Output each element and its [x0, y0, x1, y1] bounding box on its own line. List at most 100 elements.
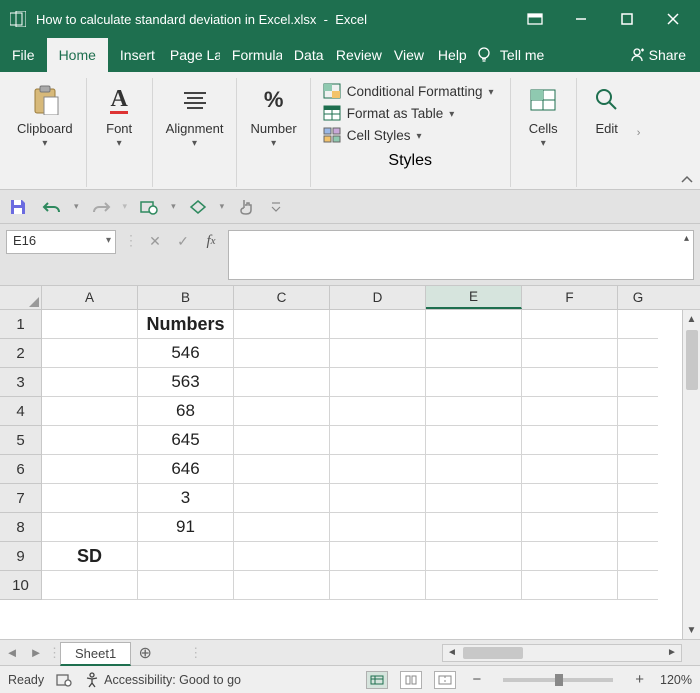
formula-input[interactable]: ▴	[228, 230, 694, 280]
qat-custom-1-dropdown[interactable]: ▾	[171, 201, 176, 212]
page-layout-view-button[interactable]	[400, 671, 422, 689]
cell[interactable]	[234, 455, 330, 484]
cell[interactable]	[330, 310, 426, 339]
number-button[interactable]: % Number ▾	[243, 78, 303, 158]
cell[interactable]	[522, 339, 618, 368]
col-header-E[interactable]: E	[426, 286, 522, 309]
cell[interactable]	[42, 368, 138, 397]
cell[interactable]	[234, 484, 330, 513]
row-header[interactable]: 8	[0, 513, 42, 542]
cells-button[interactable]: Cells ▾	[519, 78, 567, 158]
page-break-view-button[interactable]	[434, 671, 456, 689]
cell[interactable]	[42, 339, 138, 368]
qat-custom-2[interactable]	[186, 195, 210, 219]
cell[interactable]	[426, 397, 522, 426]
cell[interactable]: 68	[138, 397, 234, 426]
cell[interactable]	[42, 513, 138, 542]
accessibility-status[interactable]: Accessibility: Good to go	[84, 672, 241, 688]
cell[interactable]	[618, 542, 658, 571]
tab-review[interactable]: Review	[324, 38, 382, 72]
tab-file[interactable]: File	[0, 38, 47, 72]
row-header[interactable]: 4	[0, 397, 42, 426]
tab-page-layout[interactable]: Page La	[158, 38, 220, 72]
cell[interactable]	[42, 426, 138, 455]
cell[interactable]	[618, 397, 658, 426]
cell[interactable]	[618, 426, 658, 455]
maximize-button[interactable]	[604, 0, 650, 38]
tab-help[interactable]: Help	[426, 38, 468, 72]
col-header-F[interactable]: F	[522, 286, 618, 309]
cell[interactable]	[330, 368, 426, 397]
normal-view-button[interactable]	[366, 671, 388, 689]
cell[interactable]	[234, 513, 330, 542]
close-button[interactable]	[650, 0, 696, 38]
new-sheet-button[interactable]: ⊕	[131, 643, 159, 663]
cell[interactable]	[426, 426, 522, 455]
cell[interactable]	[42, 484, 138, 513]
cell[interactable]	[618, 310, 658, 339]
cell[interactable]	[522, 542, 618, 571]
row-header[interactable]: 10	[0, 571, 42, 600]
tell-me-button[interactable]: Tell me	[496, 38, 556, 72]
touch-mode-button[interactable]	[234, 195, 258, 219]
sheet-nav-next[interactable]: ►	[24, 645, 48, 660]
col-header-G[interactable]: G	[618, 286, 658, 309]
cell[interactable]	[330, 455, 426, 484]
row-header[interactable]: 1	[0, 310, 42, 339]
cell[interactable]	[522, 455, 618, 484]
cell[interactable]	[618, 368, 658, 397]
cell[interactable]	[234, 310, 330, 339]
ribbon-display-options[interactable]	[512, 0, 558, 38]
insert-function-button[interactable]: fx	[200, 230, 222, 252]
cell[interactable]	[522, 368, 618, 397]
cell[interactable]	[330, 397, 426, 426]
cell[interactable]	[426, 513, 522, 542]
scroll-thumb[interactable]	[686, 330, 698, 390]
paste-button[interactable]: Clipboard ▾	[10, 78, 80, 158]
zoom-in-button[interactable]: +	[631, 671, 648, 688]
cell[interactable]	[42, 571, 138, 600]
redo-dropdown[interactable]: ▾	[123, 201, 128, 212]
cell[interactable]	[618, 513, 658, 542]
cell[interactable]	[330, 339, 426, 368]
cell[interactable]	[330, 513, 426, 542]
cell[interactable]	[618, 484, 658, 513]
tab-formulas[interactable]: Formula	[220, 38, 282, 72]
enter-formula-button[interactable]: ✓	[172, 230, 194, 252]
cell[interactable]	[426, 368, 522, 397]
cell[interactable]	[426, 339, 522, 368]
row-header[interactable]: 9	[0, 542, 42, 571]
cell[interactable]	[234, 542, 330, 571]
cell[interactable]	[138, 542, 234, 571]
cell[interactable]	[234, 368, 330, 397]
tab-data[interactable]: Data	[282, 38, 324, 72]
cell[interactable]	[426, 542, 522, 571]
undo-dropdown[interactable]: ▾	[74, 201, 79, 212]
undo-button[interactable]	[40, 195, 64, 219]
worksheet-grid[interactable]: A B C D E F G 1Numbers254635634685645664…	[0, 286, 700, 639]
row-header[interactable]: 2	[0, 339, 42, 368]
share-button[interactable]: Share	[617, 38, 700, 72]
cell[interactable]	[330, 542, 426, 571]
col-header-D[interactable]: D	[330, 286, 426, 309]
cell[interactable]	[426, 571, 522, 600]
scroll-left-arrow[interactable]: ◄	[443, 647, 461, 658]
vertical-scrollbar[interactable]: ▲ ▼	[682, 310, 700, 639]
cell[interactable]	[330, 426, 426, 455]
cell[interactable]: 3	[138, 484, 234, 513]
scroll-down-arrow[interactable]: ▼	[683, 621, 700, 639]
cell[interactable]	[522, 571, 618, 600]
cell[interactable]	[138, 571, 234, 600]
format-as-table-button[interactable]: Format as Table▾	[319, 102, 502, 124]
qat-customize-button[interactable]	[268, 195, 284, 219]
name-box[interactable]: E16 ▾	[6, 230, 116, 254]
cell[interactable]: 645	[138, 426, 234, 455]
row-header[interactable]: 5	[0, 426, 42, 455]
sheet-nav-prev[interactable]: ◄	[0, 645, 24, 660]
cell[interactable]	[234, 397, 330, 426]
row-header[interactable]: 6	[0, 455, 42, 484]
conditional-formatting-button[interactable]: Conditional Formatting▾	[319, 80, 502, 102]
cell[interactable]	[234, 571, 330, 600]
expand-formula-bar[interactable]: ▴	[684, 233, 689, 244]
tab-insert[interactable]: Insert	[108, 38, 158, 72]
